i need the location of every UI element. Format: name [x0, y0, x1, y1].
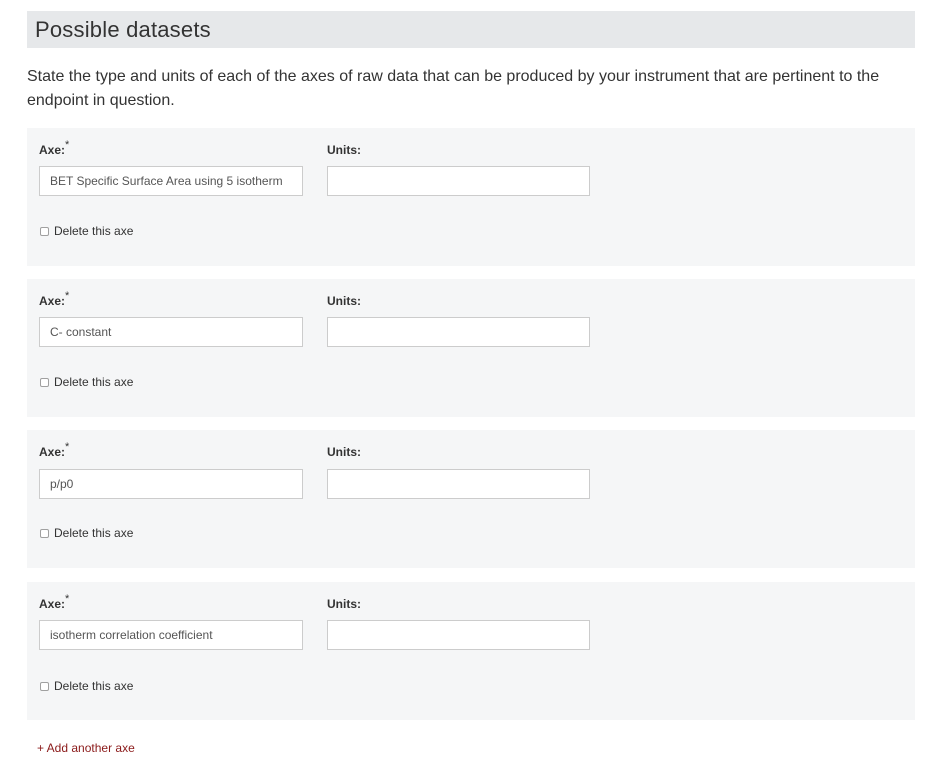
required-marker: * [65, 139, 70, 151]
axe-label: Axe:* [39, 441, 69, 459]
required-marker: * [65, 593, 70, 605]
axe-panel: Axe:* Units: Delete this axe [27, 128, 915, 266]
axe-input[interactable] [39, 166, 303, 196]
required-marker: * [65, 441, 70, 453]
units-input[interactable] [327, 469, 590, 499]
section-title: Possible datasets [35, 16, 211, 42]
units-label: Units: [327, 597, 361, 611]
delete-axe-checkbox[interactable] [40, 377, 49, 387]
axe-label-text: Axe: [39, 294, 66, 308]
add-another-axe-link[interactable]: + Add another axe [37, 741, 135, 755]
delete-axe-label: Delete this axe [54, 526, 134, 540]
axe-label: Axe:* [39, 290, 69, 308]
delete-axe-checkbox[interactable] [40, 528, 49, 538]
delete-axe-option[interactable]: Delete this axe [39, 224, 133, 238]
axe-panel: Axe:* Units: Delete this axe [27, 279, 915, 417]
section-header: Possible datasets [27, 11, 915, 48]
axe-label-text: Axe: [39, 143, 66, 157]
delete-axe-label: Delete this axe [54, 679, 134, 693]
axe-input[interactable] [39, 469, 303, 499]
units-input[interactable] [327, 166, 590, 196]
delete-axe-option[interactable]: Delete this axe [39, 375, 133, 389]
delete-axe-checkbox[interactable] [40, 226, 49, 236]
axe-label: Axe:* [39, 139, 69, 157]
units-label: Units: [327, 445, 361, 459]
units-input[interactable] [327, 620, 590, 650]
delete-axe-label: Delete this axe [54, 375, 134, 389]
axe-input[interactable] [39, 620, 303, 650]
axe-input[interactable] [39, 317, 303, 347]
delete-axe-checkbox[interactable] [40, 681, 49, 691]
axe-panel: Axe:* Units: Delete this axe [27, 582, 915, 720]
required-marker: * [65, 290, 70, 302]
units-input[interactable] [327, 317, 590, 347]
section-description: State the type and units of each of the … [27, 68, 880, 109]
delete-axe-option[interactable]: Delete this axe [39, 679, 133, 693]
delete-axe-label: Delete this axe [54, 224, 134, 238]
axe-panel: Axe:* Units: Delete this axe [27, 430, 915, 568]
delete-axe-option[interactable]: Delete this axe [39, 526, 133, 540]
axe-label-text: Axe: [39, 445, 66, 459]
units-label: Units: [327, 143, 361, 157]
axe-label-text: Axe: [39, 597, 66, 611]
axe-label: Axe:* [39, 593, 69, 611]
units-label: Units: [327, 294, 361, 308]
